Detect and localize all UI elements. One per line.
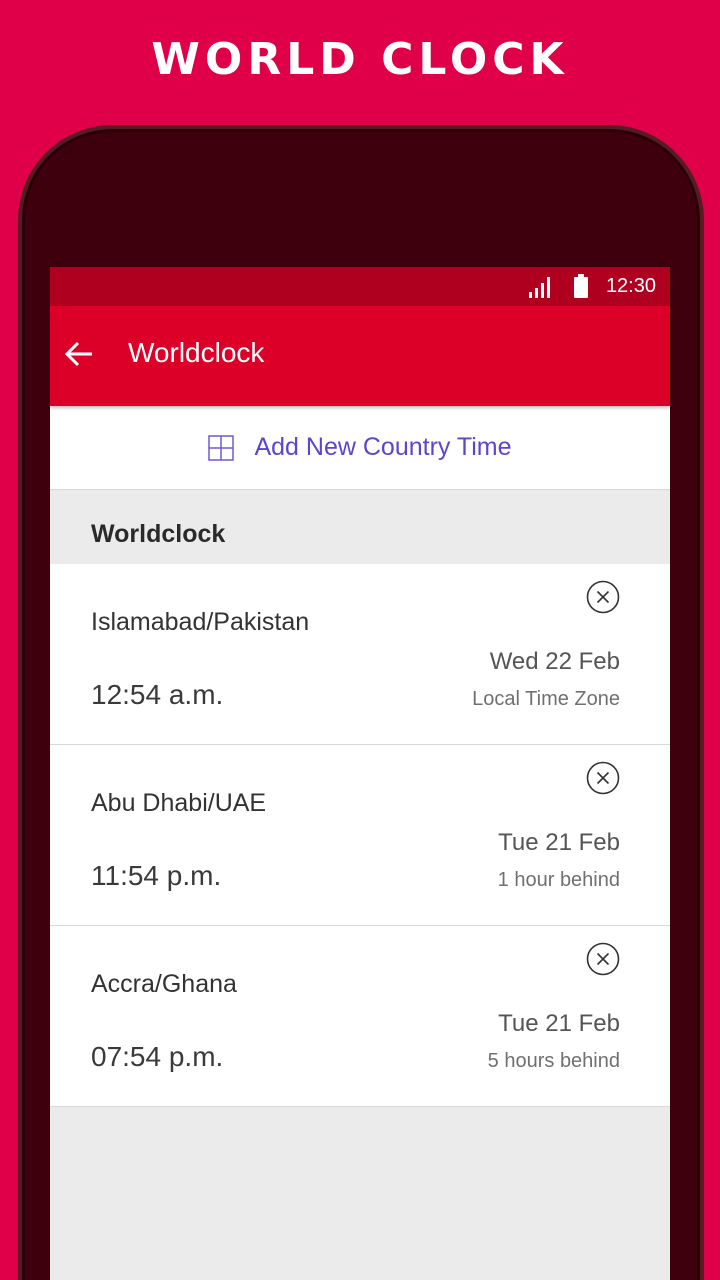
- clock-time: 07:54 p.m.: [91, 1041, 224, 1072]
- clock-offset: 1 hour behind: [497, 869, 620, 891]
- clock-city: Abu Dhabi/UAE: [91, 789, 267, 817]
- add-new-country-label: Add New Country Time: [254, 433, 512, 461]
- clock-item-accra[interactable]: Accra/Ghana 07:54 p.m. Tue 21 Feb 5 hour…: [50, 926, 670, 1107]
- close-circle-icon[interactable]: [586, 942, 620, 976]
- signal-icon: [529, 277, 550, 298]
- status-bar: 12:30: [50, 267, 670, 306]
- clock-offset: 5 hours behind: [487, 1050, 620, 1072]
- clock-city: Islamabad/Pakistan: [91, 608, 310, 636]
- clock-date: Wed 22 Feb: [489, 648, 620, 675]
- promo-title: WORLD CLOCK: [151, 34, 569, 85]
- close-circle-icon[interactable]: [586, 761, 620, 795]
- close-circle-icon[interactable]: [586, 580, 620, 614]
- arrow-left-icon[interactable]: [64, 339, 94, 369]
- clock-time: 12:54 a.m.: [91, 679, 224, 710]
- clock-city: Accra/Ghana: [91, 970, 237, 998]
- clock-item-islamabad[interactable]: Islamabad/Pakistan 12:54 a.m. Wed 22 Feb…: [50, 564, 670, 745]
- add-new-country-button[interactable]: Add New Country Time: [50, 406, 670, 490]
- section-header: Worldclock: [50, 490, 670, 564]
- battery-icon: [574, 274, 588, 298]
- clock-time: 11:54 p.m.: [91, 860, 222, 891]
- clock-date: Tue 21 Feb: [498, 829, 620, 856]
- clock-date: Tue 21 Feb: [498, 1010, 620, 1037]
- clock-item-abu-dhabi[interactable]: Abu Dhabi/UAE 11:54 p.m. Tue 21 Feb 1 ho…: [50, 745, 670, 926]
- app-screen: 12:30 Worldclock Add New Country Time Wo…: [50, 267, 670, 1280]
- plus-box-icon: [208, 434, 235, 461]
- status-time: 12:30: [605, 275, 656, 297]
- clock-offset: Local Time Zone: [472, 688, 620, 710]
- app-bar-title: Worldclock: [128, 337, 265, 368]
- app-bar: Worldclock: [50, 306, 670, 406]
